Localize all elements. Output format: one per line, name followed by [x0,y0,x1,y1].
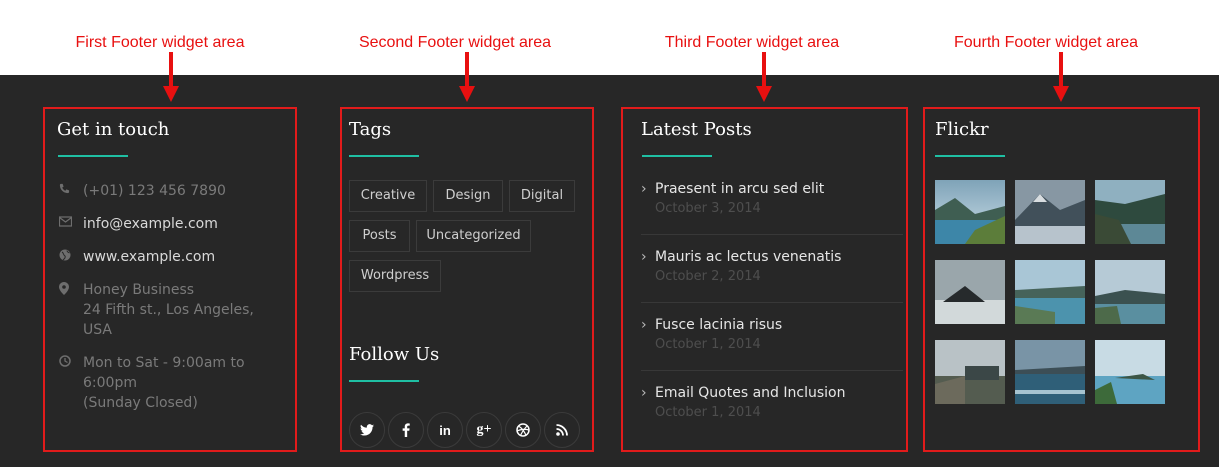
annotation-first: First Footer widget area [75,34,245,51]
title-underline [349,155,419,157]
tag-design[interactable]: Design [433,180,503,212]
post-item[interactable]: › Email Quotes and Inclusion October 1, 2… [641,385,903,420]
post-divider [641,234,903,235]
flickr-photo[interactable] [1095,340,1165,404]
contact-hours: Mon to Sat - 9:00am to 6:00pm (Sunday Cl… [59,353,295,413]
title-underline [642,155,712,157]
phone-icon [59,181,83,201]
facebook-icon [402,423,410,437]
linkedin-icon: in [439,422,451,438]
twitter-button[interactable] [349,412,385,448]
footer-widget-latest-posts: Latest Posts › Praesent in arcu sed elit … [621,107,908,452]
title-underline [935,155,1005,157]
annotation-fourth: Fourth Footer widget area [953,34,1139,51]
tag-uncategorized[interactable]: Uncategorized [416,220,531,252]
flickr-photo[interactable] [935,260,1005,324]
post-title[interactable]: Mauris ac lectus venenatis [655,249,841,265]
flickr-photo[interactable] [935,340,1005,404]
flickr-photo[interactable] [935,180,1005,244]
tag-creative[interactable]: Creative [349,180,427,212]
hours-line: Mon to Sat - 9:00am to 6:00pm [83,355,245,391]
post-date: October 3, 2014 [655,201,761,216]
tag-digital[interactable]: Digital [509,180,575,212]
post-title[interactable]: Email Quotes and Inclusion [655,385,845,401]
phone-number: (+01) 123 456 7890 [83,183,226,199]
widget-title: Tags [349,119,392,140]
chevron-right-icon: › [641,249,647,265]
footer-widget-tags: Tags Creative Design Digital Posts Uncat… [340,107,594,452]
footer-widget-contact: Get in touch (+01) 123 456 7890 info@exa… [43,107,297,452]
footer-widget-flickr: Flickr [923,107,1200,452]
rss-icon [556,424,568,436]
chevron-right-icon: › [641,317,647,333]
widget-title: Follow Us [349,344,440,365]
chevron-right-icon: › [641,181,647,197]
widget-title: Get in touch [57,119,170,140]
post-date: October 1, 2014 [655,405,761,420]
post-title[interactable]: Fusce lacinia risus [655,317,782,333]
map-marker-icon [59,280,83,340]
address-line: USA [83,322,112,338]
title-underline [58,155,128,157]
linkedin-button[interactable]: in [427,412,463,448]
chevron-right-icon: › [641,385,647,401]
post-title[interactable]: Praesent in arcu sed elit [655,181,824,197]
twitter-icon [360,424,374,436]
post-item[interactable]: › Praesent in arcu sed elit October 3, 20… [641,181,903,216]
rss-button[interactable] [544,412,580,448]
flickr-photo[interactable] [1015,260,1085,324]
address: Honey Business 24 Fifth st., Los Angeles… [83,280,254,340]
post-item[interactable]: › Mauris ac lectus venenatis October 2, 2… [641,249,903,284]
address-line: Honey Business [83,282,195,298]
contact-website[interactable]: www.example.com [59,247,215,267]
annotation-third: Third Footer widget area [664,34,840,51]
arrow-down-icon [459,52,475,102]
post-item[interactable]: › Fusce lacinia risus October 1, 2014 [641,317,903,352]
post-divider [641,302,903,303]
hours-line: (Sunday Closed) [83,395,198,411]
contact-phone: (+01) 123 456 7890 [59,181,226,201]
flickr-photo[interactable] [1095,260,1165,324]
facebook-button[interactable] [388,412,424,448]
envelope-icon [58,214,83,234]
email-link[interactable]: info@example.com [83,214,218,234]
globe-icon [59,247,83,267]
post-divider [641,370,903,371]
website-link[interactable]: www.example.com [83,247,215,267]
widget-title: Flickr [935,119,989,140]
arrow-down-icon [1053,52,1069,102]
tag-wordpress[interactable]: Wordpress [349,260,441,292]
tag-posts[interactable]: Posts [349,220,410,252]
post-date: October 2, 2014 [655,269,761,284]
annotation-second: Second Footer widget area [358,34,552,51]
title-underline [349,380,419,382]
contact-email[interactable]: info@example.com [58,214,218,234]
flickr-photo[interactable] [1015,180,1085,244]
arrow-down-icon [163,52,179,102]
arrow-down-icon [756,52,772,102]
dribbble-icon [516,423,530,437]
address-line: 24 Fifth st., Los Angeles, [83,302,254,318]
widget-title: Latest Posts [641,119,752,140]
google-plus-button[interactable]: g+ [466,412,502,448]
dribbble-button[interactable] [505,412,541,448]
annotation-header: First Footer widget area Second Footer w… [0,0,1219,75]
google-plus-icon: g+ [476,422,492,437]
hours: Mon to Sat - 9:00am to 6:00pm (Sunday Cl… [83,353,295,413]
flickr-photo[interactable] [1015,340,1085,404]
flickr-photo[interactable] [1095,180,1165,244]
clock-icon [59,353,83,413]
post-date: October 1, 2014 [655,337,761,352]
contact-address: Honey Business 24 Fifth st., Los Angeles… [59,280,254,340]
